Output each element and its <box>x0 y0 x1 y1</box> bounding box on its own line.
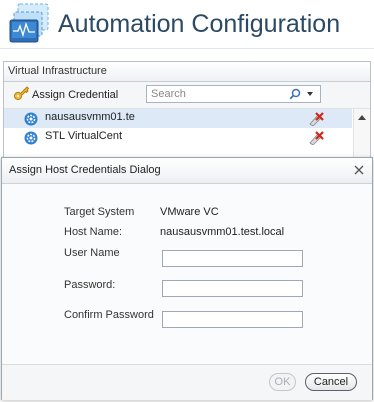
target-system-label: Target System <box>64 206 135 218</box>
automation-app-icon <box>6 2 52 48</box>
ok-button[interactable]: OK <box>269 373 296 391</box>
dialog-title: Assign Host Credentials Dialog <box>2 158 372 184</box>
assign-credential-label: Assign Credential <box>32 89 119 101</box>
scroll-up-arrow-icon[interactable] <box>358 115 366 120</box>
search-input[interactable] <box>149 86 283 102</box>
key-icon <box>13 85 30 105</box>
confirm-password-label: Confirm Password <box>64 309 154 321</box>
list-item-label: nausausvmm01.te <box>45 111 135 123</box>
password-label: Password: <box>64 279 116 291</box>
host-name-label: Host Name: <box>64 226 123 238</box>
host-name-value: nausausvmm01.test.local <box>160 226 285 238</box>
assign-credential-button[interactable]: Assign Credential <box>13 86 118 104</box>
page-title: Automation Configuration <box>58 10 341 38</box>
list-item[interactable]: STL VirtualCent <box>4 128 352 147</box>
close-icon[interactable] <box>354 165 364 175</box>
vcenter-server-icon <box>24 112 38 126</box>
list-item-label: STL VirtualCent <box>45 130 123 142</box>
vcenter-server-icon <box>24 131 38 145</box>
user-name-field[interactable] <box>162 250 303 267</box>
user-name-label: User Name <box>64 247 120 259</box>
search-icon[interactable] <box>289 88 301 100</box>
target-system-value: VMware VC <box>160 206 219 218</box>
search-box <box>146 85 321 103</box>
password-field[interactable] <box>162 280 303 297</box>
chevron-down-icon[interactable] <box>307 92 313 96</box>
list-item[interactable]: nausausvmm01.te <box>4 109 352 128</box>
assign-host-credentials-dialog: Assign Host Credentials Dialog Target Sy… <box>1 157 373 400</box>
edit-credential-icon[interactable] <box>308 130 324 145</box>
dialog-footer: OK Cancel <box>2 364 372 400</box>
panel-toolbar: Assign Credential <box>4 82 370 109</box>
title-divider <box>0 48 374 49</box>
edit-credential-icon[interactable] <box>308 111 324 126</box>
confirm-password-field[interactable] <box>162 311 303 328</box>
cancel-button[interactable]: Cancel <box>305 373 357 391</box>
panel-title: Virtual Infrastructure <box>4 62 370 82</box>
